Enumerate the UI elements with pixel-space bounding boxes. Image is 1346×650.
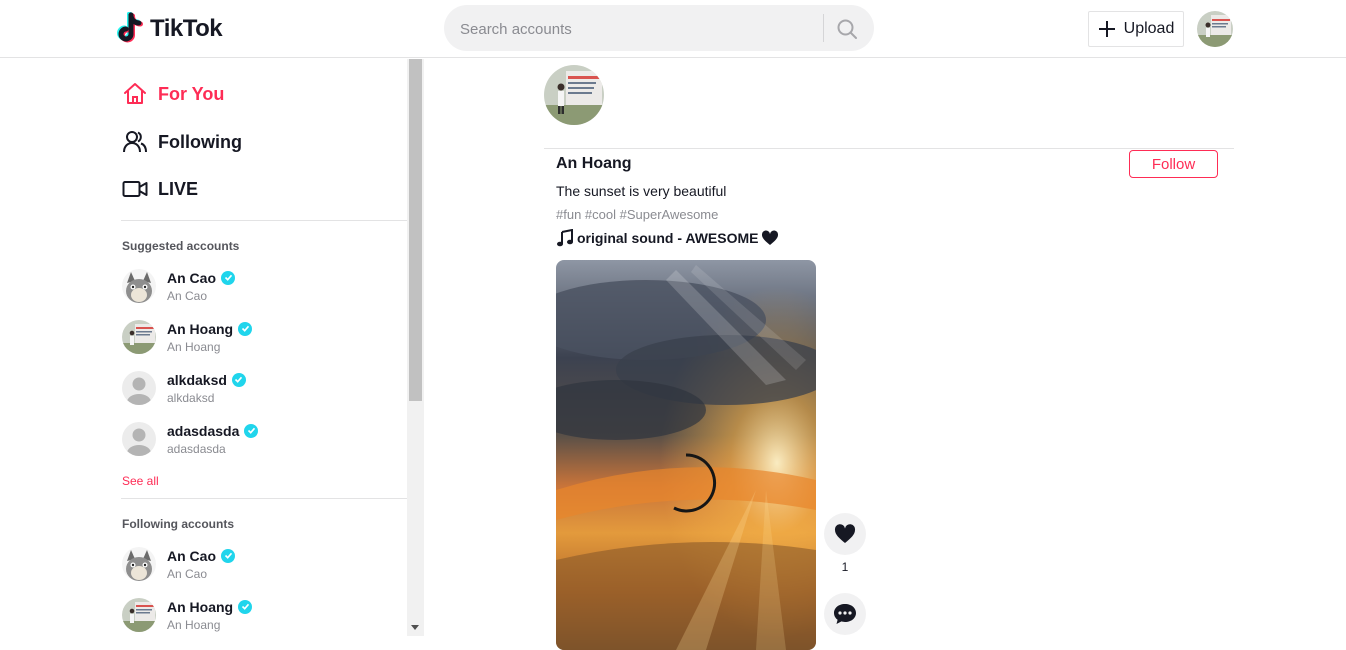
post-author-avatar[interactable] [544,65,604,125]
account-name: An Hoang [167,320,234,337]
comment-icon [834,604,856,624]
upload-label: Upload [1123,20,1175,37]
top-bar: TikTok Upload [0,0,1346,58]
avatar [122,320,156,354]
sidebar-divider [121,498,407,499]
sidebar-divider [121,220,407,221]
verified-badge-icon [238,321,253,336]
scroll-down-arrow-icon[interactable] [411,625,419,630]
following-accounts-title: Following accounts [122,517,235,531]
verified-badge-icon [231,372,246,387]
post-sound[interactable]: original sound - AWESOME [556,229,779,247]
nav-label: LIVE [158,178,199,199]
post-hashtags[interactable]: #fun #cool #SuperAwesome [556,207,718,222]
live-camera-icon [122,176,148,202]
nav-live[interactable]: LIVE [122,176,198,202]
nav-label: Following [158,131,242,152]
sound-label: original sound - AWESOME [577,230,759,246]
post-divider [544,148,1234,149]
heart-icon [762,230,779,245]
following-account-item[interactable]: An Cao An Cao [122,544,235,584]
account-name: An Hoang [167,598,234,615]
post-video[interactable] [556,260,816,650]
sidebar: For You Following LIVE Suggested account… [0,59,424,636]
comment-button[interactable] [824,593,866,635]
account-handle: adasdasda [167,441,226,456]
suggested-account-item[interactable]: An Cao An Cao [122,266,235,306]
music-note-icon [557,229,573,247]
account-handle: An Hoang [167,339,221,354]
verified-badge-icon [221,548,235,563]
search-bar [444,5,874,53]
profile-avatar[interactable] [1197,11,1233,47]
account-handle: An Hoang [167,617,221,632]
avatar [122,598,156,632]
user-photo-icon [1197,11,1233,47]
post-author-name[interactable]: An Hoang [556,155,632,173]
suggested-accounts-title: Suggested accounts [122,239,240,253]
search-button[interactable] [836,18,858,40]
follow-button[interactable]: Follow [1129,150,1218,178]
search-input[interactable] [458,5,822,53]
post-caption: The sunset is very beautiful [556,183,727,199]
upload-button[interactable]: Upload [1088,11,1184,47]
suggested-account-item[interactable]: adasdasda adasdasda [122,419,259,459]
avatar [122,547,156,581]
see-all-link[interactable]: See all [122,474,159,488]
account-handle: alkdaksd [167,390,215,405]
avatar [122,269,156,303]
account-handle: An Cao [167,566,208,581]
nav-following[interactable]: Following [122,129,242,155]
account-name: An Cao [167,269,216,286]
avatar [122,422,156,456]
sidebar-scrollbar-thumb[interactable] [409,59,422,401]
search-icon [837,19,857,39]
suggested-account-item[interactable]: alkdaksd alkdaksd [122,368,246,408]
account-name: adasdasda [167,422,240,439]
avatar [122,371,156,405]
like-count: 1 [841,560,849,574]
tiktok-logo-icon [117,12,143,43]
verified-badge-icon [244,423,259,438]
account-name: alkdaksd [167,371,227,388]
account-name: An Cao [167,547,216,564]
logo-text: TikTok [150,15,223,42]
search-divider [823,14,824,42]
suggested-account-item[interactable]: An Hoang An Hoang [122,317,253,357]
following-account-item[interactable]: An Hoang An Hoang [122,595,253,635]
verified-badge-icon [238,599,253,614]
tiktok-logo[interactable]: TikTok [114,12,223,46]
heart-icon [834,524,856,543]
nav-label: For You [158,83,225,104]
verified-badge-icon [221,270,235,285]
users-icon [122,129,148,155]
nav-for-you[interactable]: For You [122,81,224,107]
like-button[interactable] [824,513,866,555]
plus-icon [1098,21,1115,37]
account-handle: An Cao [167,288,208,303]
home-icon [122,81,148,107]
